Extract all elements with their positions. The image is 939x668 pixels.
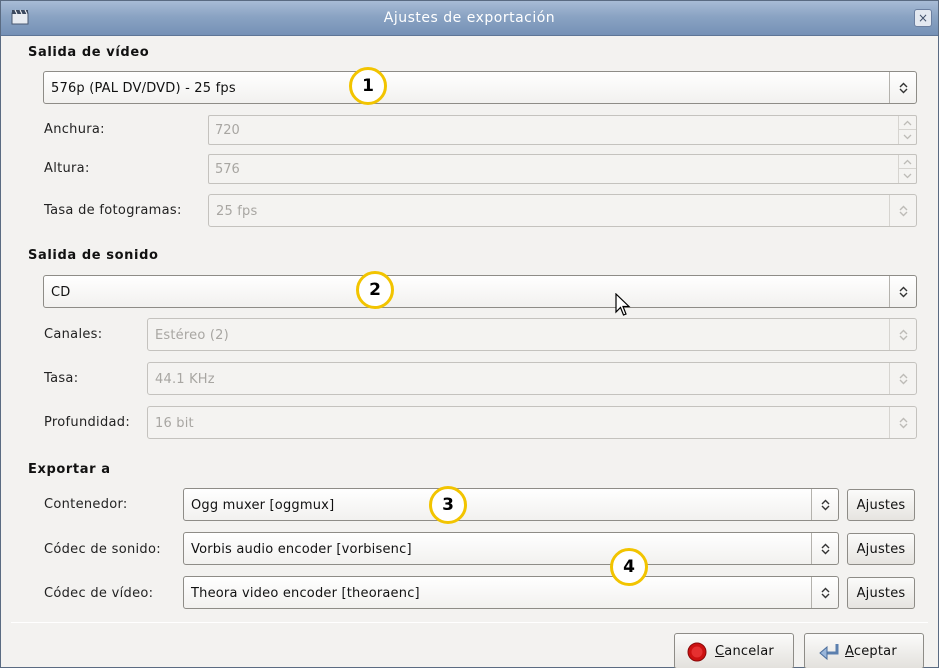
annotation-badge-3: 3 (429, 486, 467, 524)
video-codec-settings-button[interactable]: Ajustes (847, 577, 915, 609)
combo-arrow-icon (889, 276, 916, 307)
fps-value: 25 fps (216, 204, 258, 219)
accept-label: Aceptar (845, 644, 897, 659)
combo-arrow-icon (889, 319, 916, 350)
audio-preset-combo[interactable]: CD (43, 275, 917, 308)
spin-arrow-icon (898, 116, 916, 144)
width-label: Anchura: (44, 122, 105, 137)
combo-arrow-icon (811, 489, 838, 520)
audio-preset-value: CD (51, 285, 71, 300)
container-label: Contenedor: (44, 497, 128, 512)
height-value: 576 (215, 162, 240, 177)
annotation-badge-1: 1 (349, 67, 387, 105)
annotation-badge-2: 2 (356, 271, 394, 309)
video-codec-value: Theora video encoder [theoraenc] (191, 586, 420, 601)
container-settings-label: Ajustes (856, 498, 906, 513)
container-value: Ogg muxer [oggmux] (191, 498, 335, 513)
fps-combo[interactable]: 25 fps (208, 194, 917, 227)
rate-value: 44.1 KHz (155, 372, 215, 387)
combo-arrow-icon (811, 577, 838, 608)
fps-label: Tasa de fotogramas: (44, 203, 182, 218)
depth-value: 16 bit (155, 416, 194, 431)
cursor-arrow-icon (615, 293, 631, 316)
footer-separator (11, 622, 928, 623)
height-spin[interactable]: 576 (208, 154, 917, 184)
export-settings-dialog: Ajustes de exportación × Salida de vídeo… (0, 0, 939, 668)
video-codec-combo[interactable]: Theora video encoder [theoraenc] (183, 576, 839, 609)
rate-label: Tasa: (44, 371, 79, 386)
audio-codec-value: Vorbis audio encoder [vorbisenc] (191, 542, 412, 557)
export-section-title: Exportar a (28, 462, 111, 477)
channels-combo[interactable]: Estéreo (2) (147, 318, 917, 351)
window-title: Ajustes de exportación (383, 10, 556, 26)
video-preset-combo[interactable]: 576p (PAL DV/DVD) - 25 fps (43, 71, 917, 104)
width-spin[interactable]: 720 (208, 115, 917, 145)
rate-combo[interactable]: 44.1 KHz (147, 362, 917, 395)
spin-arrow-icon (898, 155, 916, 183)
close-icon[interactable]: × (914, 9, 932, 27)
video-preset-value: 576p (PAL DV/DVD) - 25 fps (51, 81, 236, 96)
cancel-icon (687, 642, 707, 662)
audio-codec-settings-label: Ajustes (856, 542, 906, 557)
video-codec-settings-label: Ajustes (856, 586, 906, 601)
depth-label: Profundidad: (44, 415, 130, 430)
container-combo[interactable]: Ogg muxer [oggmux] (183, 488, 839, 521)
combo-arrow-icon (889, 407, 916, 438)
cancel-label: Cancelar (715, 644, 774, 659)
annotation-badge-4: 4 (610, 548, 648, 586)
audio-codec-label: Códec de sonido: (44, 542, 161, 557)
channels-value: Estéreo (2) (155, 328, 229, 343)
audio-codec-combo[interactable]: Vorbis audio encoder [vorbisenc] (183, 532, 839, 565)
depth-combo[interactable]: 16 bit (147, 406, 917, 439)
audio-section-title: Salida de sonido (28, 248, 159, 263)
channels-label: Canales: (44, 327, 103, 342)
title-bar[interactable]: Ajustes de exportación × (1, 1, 938, 36)
video-codec-label: Códec de vídeo: (44, 586, 154, 601)
container-settings-button[interactable]: Ajustes (847, 489, 915, 521)
audio-codec-settings-button[interactable]: Ajustes (847, 533, 915, 565)
cancel-button[interactable]: Cancelar (674, 633, 794, 668)
video-section-title: Salida de vídeo (28, 45, 150, 60)
accept-icon (819, 644, 839, 661)
combo-arrow-icon (889, 72, 916, 103)
height-label: Altura: (44, 161, 90, 176)
combo-arrow-icon (811, 533, 838, 564)
accept-button[interactable]: Aceptar (804, 633, 924, 668)
combo-arrow-icon (889, 195, 916, 226)
width-value: 720 (215, 123, 240, 138)
combo-arrow-icon (889, 363, 916, 394)
